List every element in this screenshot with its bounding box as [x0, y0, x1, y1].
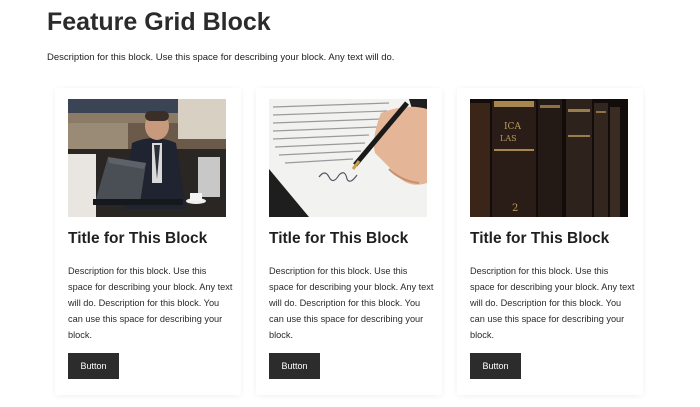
feature-card-2: Title for This Block Description for thi… — [256, 88, 442, 395]
svg-text:ICA: ICA — [504, 122, 521, 132]
card-title: Title for This Block — [68, 230, 208, 247]
svg-text:LAS: LAS — [500, 134, 517, 143]
card-description: Description for this block. Use this spa… — [470, 266, 635, 340]
card-description: Description for this block. Use this spa… — [68, 266, 233, 340]
card-image-law-books: ICA LAS 2 — [470, 99, 628, 217]
feature-card-1: Title for This Block Description for thi… — [55, 88, 241, 395]
page-description: Description for this block. Use this spa… — [47, 52, 395, 63]
law-books-photo: ICA LAS 2 — [470, 99, 628, 217]
signing-document-photo — [269, 99, 427, 217]
card-description: Description for this block. Use this spa… — [269, 266, 434, 340]
card-button[interactable]: Button — [269, 353, 320, 379]
svg-text:2: 2 — [512, 203, 518, 214]
feature-card-3: ICA LAS 2 Title for This Block Descripti… — [457, 88, 643, 395]
card-title: Title for This Block — [269, 230, 409, 247]
businessman-laptop-photo — [68, 99, 226, 217]
card-button[interactable]: Button — [68, 353, 119, 379]
card-button[interactable]: Button — [470, 353, 521, 379]
card-title: Title for This Block — [470, 230, 610, 247]
card-image-businessman-laptop — [68, 99, 226, 217]
page-title: Feature Grid Block — [47, 8, 271, 36]
card-image-signing-document — [269, 99, 427, 217]
